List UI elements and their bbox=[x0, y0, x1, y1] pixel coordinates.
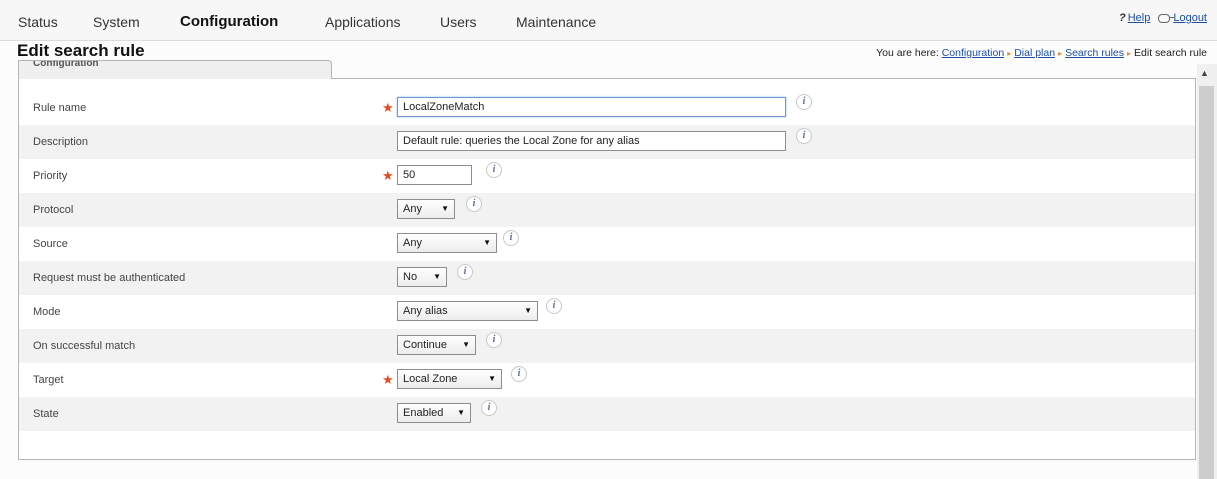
nav-maintenance[interactable]: Maintenance bbox=[516, 14, 596, 30]
info-icon[interactable]: i bbox=[546, 298, 562, 314]
field-target: Target ★ Local Zone ▼ i bbox=[19, 363, 1195, 397]
help-icon: ? bbox=[1118, 12, 1126, 24]
field-description: Description i bbox=[19, 125, 1195, 159]
info-icon[interactable]: i bbox=[457, 264, 473, 280]
scrollbar-thumb[interactable] bbox=[1199, 86, 1214, 479]
mode-select[interactable]: Any alias ▼ bbox=[397, 301, 538, 321]
on-match-select[interactable]: Continue ▼ bbox=[397, 335, 476, 355]
chevron-down-icon: ▼ bbox=[462, 340, 470, 349]
info-icon[interactable]: i bbox=[511, 366, 527, 382]
info-icon[interactable]: i bbox=[796, 94, 812, 110]
protocol-label: Protocol bbox=[33, 204, 74, 216]
breadcrumb: You are here: Configuration ▸ Dial plan ▸ Se… bbox=[876, 47, 1207, 59]
page-title: Edit search rule bbox=[17, 41, 145, 60]
breadcrumb-current: Edit search rule bbox=[1134, 47, 1207, 59]
target-select[interactable]: Local Zone ▼ bbox=[397, 369, 502, 389]
on-match-label: On successful match bbox=[33, 340, 136, 352]
description-input[interactable] bbox=[397, 131, 786, 151]
source-select[interactable]: Any ▼ bbox=[397, 233, 497, 253]
top-nav: Status System Configuration Applications… bbox=[0, 0, 1217, 41]
request-auth-value: No bbox=[403, 271, 418, 283]
chevron-down-icon: ▼ bbox=[524, 306, 532, 315]
breadcrumb-dial-plan[interactable]: Dial plan bbox=[1014, 47, 1055, 59]
logout-icon bbox=[1158, 13, 1175, 23]
rule-name-input[interactable] bbox=[397, 97, 786, 117]
target-label: Target bbox=[33, 374, 64, 386]
field-mode: Mode Any alias ▼ i bbox=[19, 295, 1195, 329]
required-icon: ★ bbox=[382, 372, 394, 387]
logout-link[interactable]: Logout bbox=[1173, 12, 1207, 24]
nav-configuration[interactable]: Configuration bbox=[180, 13, 278, 30]
state-label: State bbox=[33, 408, 59, 420]
nav-status[interactable]: Status bbox=[18, 14, 58, 30]
info-icon[interactable]: i bbox=[466, 196, 482, 212]
chevron-down-icon: ▼ bbox=[433, 272, 441, 281]
field-on-successful-match: On successful match Continue ▼ i bbox=[19, 329, 1195, 363]
chevron-down-icon: ▼ bbox=[488, 374, 496, 383]
scroll-up-icon[interactable]: ▲ bbox=[1200, 68, 1209, 78]
info-icon[interactable]: i bbox=[486, 162, 502, 178]
on-match-value: Continue bbox=[403, 339, 448, 351]
chevron-down-icon: ▼ bbox=[441, 204, 449, 213]
target-value: Local Zone bbox=[403, 373, 458, 385]
source-label: Source bbox=[33, 238, 68, 250]
info-icon[interactable]: i bbox=[486, 332, 502, 348]
info-icon[interactable]: i bbox=[796, 128, 812, 144]
rule-name-label: Rule name bbox=[33, 102, 87, 114]
state-select[interactable]: Enabled ▼ bbox=[397, 403, 471, 423]
chevron-down-icon: ▼ bbox=[483, 238, 491, 247]
required-icon: ★ bbox=[382, 168, 394, 183]
required-icon: ★ bbox=[382, 100, 394, 115]
mode-label: Mode bbox=[33, 306, 61, 318]
field-request-authenticated: Request must be authenticated No ▼ i bbox=[19, 261, 1195, 295]
field-rule-name: Rule name ★ i bbox=[19, 91, 1195, 125]
nav-applications[interactable]: Applications bbox=[325, 14, 401, 30]
mode-value: Any alias bbox=[403, 305, 448, 317]
breadcrumb-configuration[interactable]: Configuration bbox=[942, 47, 1004, 59]
request-auth-label: Request must be authenticated bbox=[33, 272, 186, 284]
field-priority: Priority ★ i bbox=[19, 159, 1195, 193]
state-value: Enabled bbox=[403, 407, 444, 419]
section-title: Configuration bbox=[33, 60, 99, 69]
breadcrumb-prefix: You are here: bbox=[876, 47, 939, 59]
breadcrumb-separator: ▸ bbox=[1058, 49, 1063, 58]
protocol-select[interactable]: Any ▼ bbox=[397, 199, 455, 219]
priority-input[interactable] bbox=[397, 165, 472, 185]
request-auth-select[interactable]: No ▼ bbox=[397, 267, 447, 287]
breadcrumb-separator: ▸ bbox=[1127, 49, 1132, 58]
nav-users[interactable]: Users bbox=[440, 14, 477, 30]
field-protocol: Protocol Any ▼ i bbox=[19, 193, 1195, 227]
chevron-down-icon: ▼ bbox=[457, 408, 465, 417]
breadcrumb-separator: ▸ bbox=[1007, 49, 1012, 58]
help-link[interactable]: Help bbox=[1128, 12, 1151, 24]
source-value: Any bbox=[403, 237, 422, 249]
top-links: ? Help Logout bbox=[1119, 12, 1207, 24]
field-state: State Enabled ▼ i bbox=[19, 397, 1195, 431]
info-icon[interactable]: i bbox=[503, 230, 519, 246]
description-label: Description bbox=[33, 136, 89, 148]
info-icon[interactable]: i bbox=[481, 400, 497, 416]
breadcrumb-search-rules[interactable]: Search rules bbox=[1065, 47, 1124, 59]
protocol-value: Any bbox=[403, 203, 422, 215]
priority-label: Priority bbox=[33, 170, 68, 182]
field-source: Source Any ▼ i bbox=[19, 227, 1195, 261]
section-tab: Configuration bbox=[18, 60, 332, 79]
nav-system[interactable]: System bbox=[93, 14, 140, 30]
